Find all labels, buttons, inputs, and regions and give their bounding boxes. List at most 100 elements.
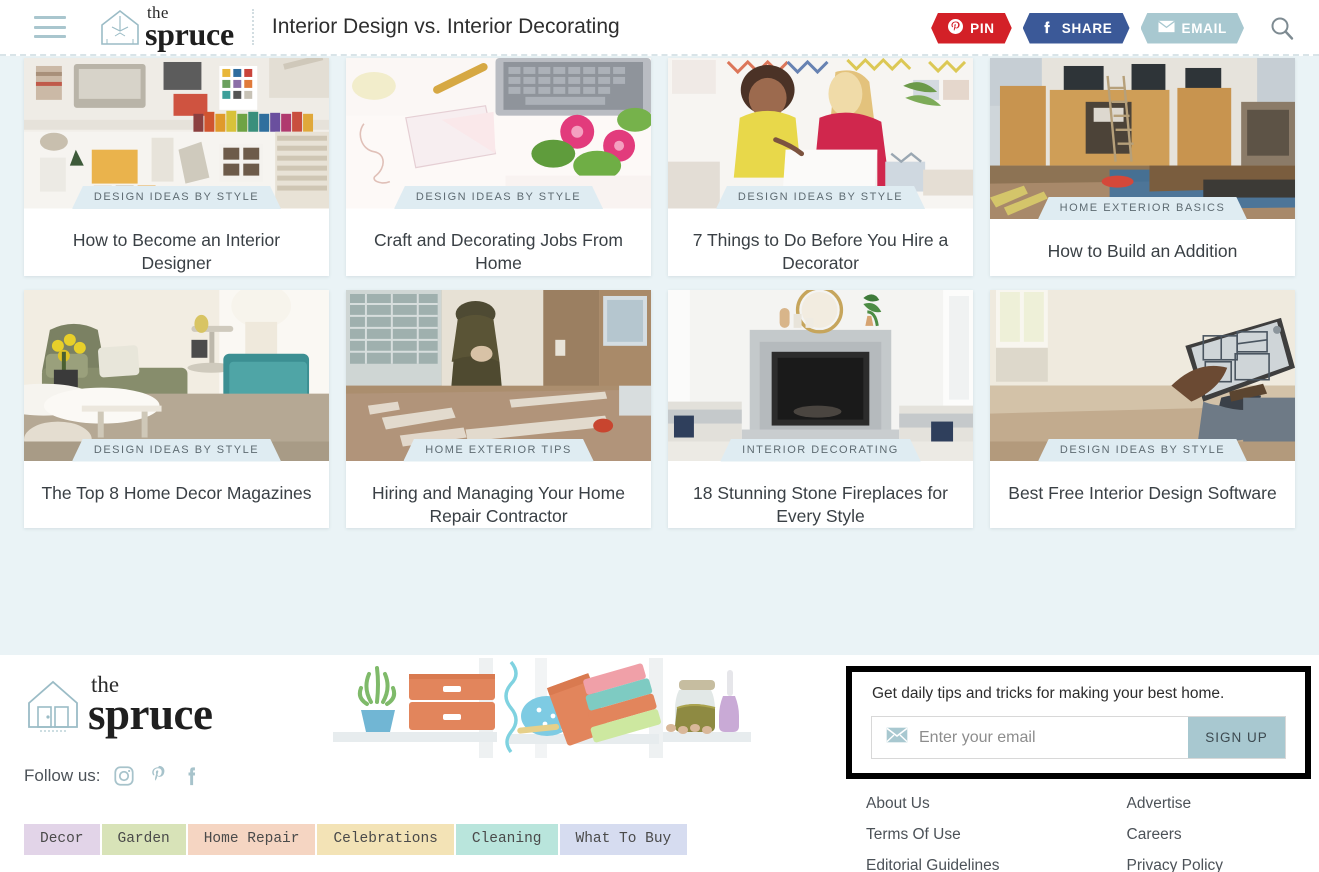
pinterest-icon[interactable] xyxy=(147,765,169,787)
card-image xyxy=(990,58,1295,220)
card-title: Hiring and Managing Your Home Repair Con… xyxy=(372,482,625,526)
site-header: the spruce Interior Design vs. Interior … xyxy=(0,0,1319,56)
article-card[interactable]: HOME EXTERIOR BASICS How to Build an Add… xyxy=(990,58,1295,276)
category-tag[interactable]: Decor xyxy=(24,824,100,855)
card-media: HOME EXTERIOR BASICS xyxy=(990,58,1295,220)
page-content: DESIGN IDEAS BY STYLE How to Become an I… xyxy=(0,56,1319,872)
card-category-badge[interactable]: INTERIOR DECORATING xyxy=(720,439,921,462)
newsletter-signup: Get daily tips and tricks for making you… xyxy=(846,666,1311,779)
logo-wordmark: the spruce xyxy=(145,4,234,50)
card-body: Hiring and Managing Your Home Repair Con… xyxy=(346,462,651,529)
footer-links-column-1: About Us Terms Of Use Editorial Guidelin… xyxy=(866,795,1000,872)
card-media: DESIGN IDEAS BY STYLE xyxy=(24,289,329,462)
sign-up-button[interactable]: SIGN UP xyxy=(1188,717,1285,758)
footer-links: About Us Terms Of Use Editorial Guidelin… xyxy=(866,795,1223,872)
email-field[interactable] xyxy=(919,728,1188,747)
hamburger-bar xyxy=(34,25,66,29)
category-tag[interactable]: Garden xyxy=(101,824,186,855)
footer-logo[interactable]: the spruce xyxy=(24,673,213,737)
share-button[interactable]: SHARE xyxy=(1023,13,1130,44)
newsletter-input-wrap xyxy=(872,717,1188,758)
email-label: EMAIL xyxy=(1181,20,1227,36)
card-category-badge[interactable]: DESIGN IDEAS BY STYLE xyxy=(72,186,281,209)
card-body: 18 Stunning Stone Fireplaces for Every S… xyxy=(668,462,973,529)
card-media: DESIGN IDEAS BY STYLE xyxy=(668,58,973,209)
category-tag-list: Decor Garden Home Repair Celebrations Cl… xyxy=(24,824,689,855)
card-category-badge[interactable]: DESIGN IDEAS BY STYLE xyxy=(394,186,603,209)
card-body: How to Become an Interior Designer xyxy=(24,209,329,276)
category-tag[interactable]: Celebrations xyxy=(317,824,454,855)
footer-link-privacy-policy[interactable]: Privacy Policy xyxy=(1127,857,1223,872)
card-body: How to Build an Addition xyxy=(990,220,1295,276)
pinterest-icon xyxy=(948,19,963,37)
facebook-icon xyxy=(1040,19,1055,37)
email-button[interactable]: EMAIL xyxy=(1141,13,1245,44)
site-logo[interactable]: the spruce xyxy=(98,4,234,50)
shelf-illustration xyxy=(331,658,753,768)
article-card[interactable]: DESIGN IDEAS BY STYLE How to Become an I… xyxy=(24,58,329,276)
card-title: How to Become an Interior Designer xyxy=(72,230,281,274)
article-card[interactable]: HOME EXTERIOR TIPS Hiring and Managing Y… xyxy=(346,289,651,529)
footer-link-advertise[interactable]: Advertise xyxy=(1127,795,1223,813)
newsletter-form: SIGN UP xyxy=(871,716,1286,759)
footer-link-editorial-guidelines[interactable]: Editorial Guidelines xyxy=(866,857,1000,872)
card-image xyxy=(668,289,973,461)
envelope-icon xyxy=(886,727,908,748)
footer-link-about-us[interactable]: About Us xyxy=(866,795,1000,813)
card-title: 18 Stunning Stone Fireplaces for Every S… xyxy=(693,482,948,526)
card-body: Best Free Interior Design Software xyxy=(990,462,1295,529)
card-title: Best Free Interior Design Software xyxy=(1008,482,1277,503)
card-image xyxy=(990,289,1295,461)
hamburger-bar xyxy=(34,16,66,19)
newsletter-heading: Get daily tips and tricks for making you… xyxy=(872,685,1225,702)
header-actions: PIN SHARE EMAIL xyxy=(931,0,1297,56)
envelope-icon xyxy=(1158,20,1175,36)
card-media: INTERIOR DECORATING xyxy=(668,289,973,462)
footer-link-careers[interactable]: Careers xyxy=(1127,826,1223,844)
article-card[interactable]: DESIGN IDEAS BY STYLE Craft and Decorati… xyxy=(346,58,651,276)
hamburger-bar xyxy=(34,35,66,38)
card-title: Craft and Decorating Jobs From Home xyxy=(374,230,623,274)
category-tag[interactable]: Home Repair xyxy=(187,824,316,855)
card-category-badge[interactable]: DESIGN IDEAS BY STYLE xyxy=(72,439,281,462)
share-label: SHARE xyxy=(1061,20,1113,36)
follow-us: Follow us: xyxy=(24,765,203,787)
card-title: How to Build an Addition xyxy=(1047,241,1238,261)
card-body: The Top 8 Home Decor Magazines xyxy=(24,462,329,529)
hamburger-icon[interactable] xyxy=(34,16,66,38)
card-body: Craft and Decorating Jobs From Home xyxy=(346,209,651,276)
article-card[interactable]: DESIGN IDEAS BY STYLE The Top 8 Home Dec… xyxy=(24,289,329,529)
card-media: DESIGN IDEAS BY STYLE xyxy=(346,58,651,209)
pin-button[interactable]: PIN xyxy=(931,13,1012,44)
card-media: DESIGN IDEAS BY STYLE xyxy=(24,58,329,209)
footer-link-terms-of-use[interactable]: Terms Of Use xyxy=(866,826,1000,844)
article-card[interactable]: DESIGN IDEAS BY STYLE 7 Things to Do Bef… xyxy=(668,58,973,276)
card-image xyxy=(668,58,973,209)
category-tag[interactable]: Cleaning xyxy=(455,824,558,855)
article-card[interactable]: INTERIOR DECORATING 18 Stunning Stone Fi… xyxy=(668,289,973,529)
card-category-badge[interactable]: DESIGN IDEAS BY STYLE xyxy=(1038,439,1247,462)
card-media: DESIGN IDEAS BY STYLE xyxy=(990,289,1295,462)
logo-spruce: spruce xyxy=(145,16,234,52)
card-image xyxy=(346,289,651,461)
page-title: Interior Design vs. Interior Decorating xyxy=(271,15,620,38)
header-divider xyxy=(251,9,254,45)
site-footer: the spruce Follow us: Decor Garden Home … xyxy=(0,655,1319,872)
pin-label: PIN xyxy=(970,20,995,36)
card-category-badge[interactable]: HOME EXTERIOR BASICS xyxy=(1038,197,1248,220)
card-body: 7 Things to Do Before You Hire a Decorat… xyxy=(668,209,973,276)
card-image xyxy=(346,58,651,209)
article-card[interactable]: DESIGN IDEAS BY STYLE Best Free Interior… xyxy=(990,289,1295,529)
house-logo-icon xyxy=(24,677,82,733)
facebook-icon[interactable] xyxy=(181,765,203,787)
article-card-grid: DESIGN IDEAS BY STYLE How to Become an I… xyxy=(0,56,1319,529)
card-category-badge[interactable]: HOME EXTERIOR TIPS xyxy=(403,439,594,462)
footer-logo-spruce: spruce xyxy=(88,689,213,739)
search-icon[interactable] xyxy=(1267,13,1297,43)
instagram-icon[interactable] xyxy=(113,765,135,787)
card-category-badge[interactable]: DESIGN IDEAS BY STYLE xyxy=(716,186,925,209)
card-title: 7 Things to Do Before You Hire a Decorat… xyxy=(692,230,949,274)
category-tag[interactable]: What To Buy xyxy=(559,824,688,855)
follow-label: Follow us: xyxy=(24,766,101,785)
footer-wordmark: the spruce xyxy=(88,673,213,737)
